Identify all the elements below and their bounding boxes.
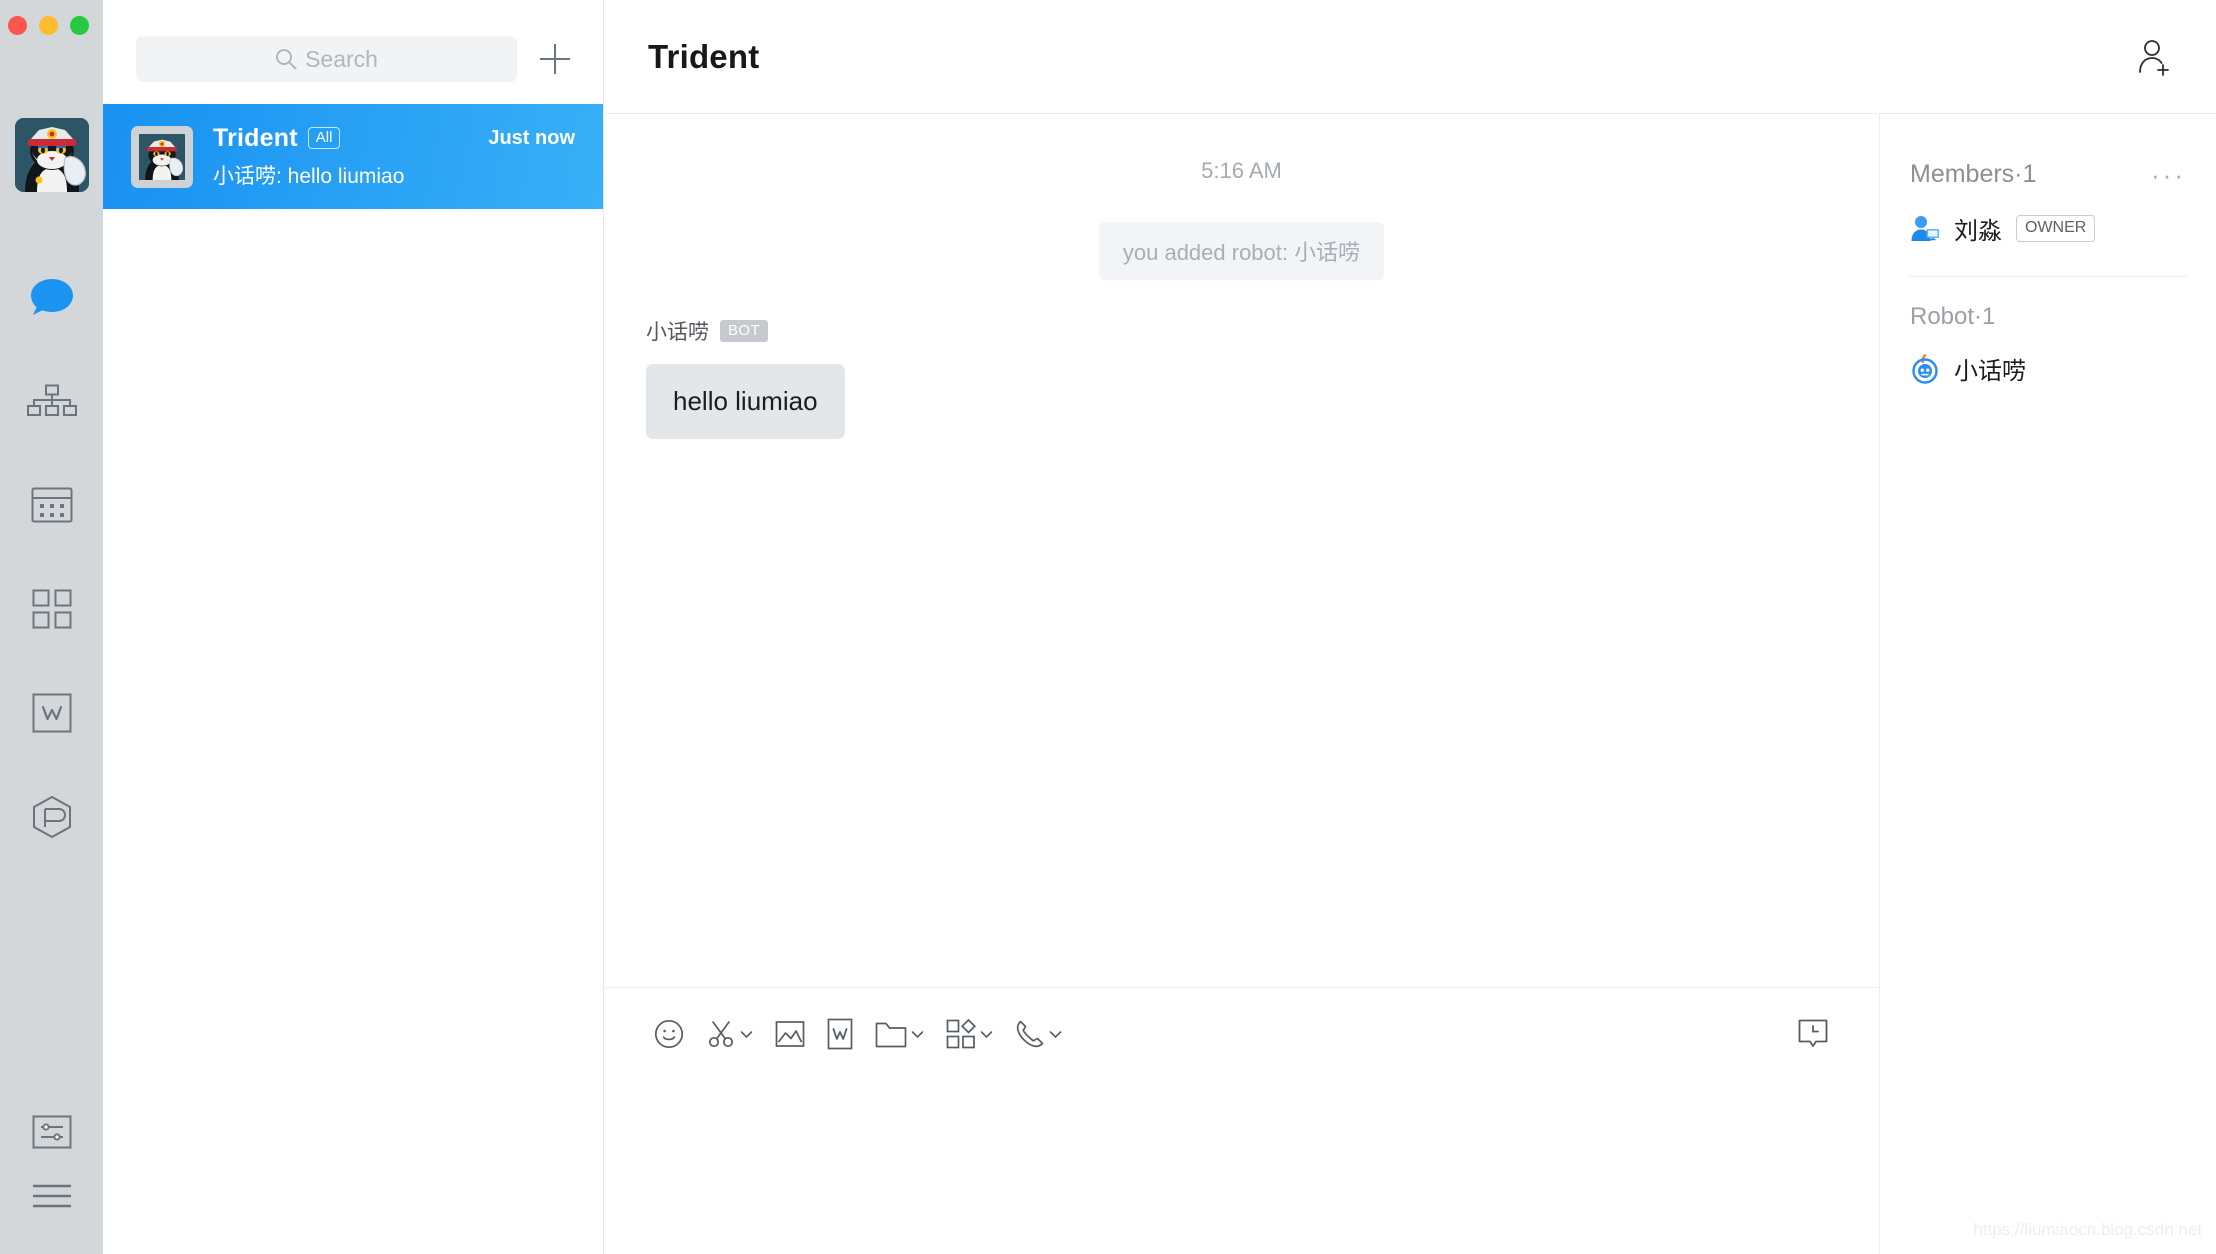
chat-main: 5:16 AM you added robot: 小话唠 小话唠 BOT hel… xyxy=(604,114,2216,1254)
person-monitor-icon xyxy=(1911,215,1939,241)
apps-diamond-icon xyxy=(946,1019,976,1049)
chat-header: Trident xyxy=(604,0,2216,114)
conversation-list-column: Search Trident All Just now 小话唠: hello l… xyxy=(103,0,604,1254)
conversation-item-trident[interactable]: Trident All Just now 小话唠: hello liumiao xyxy=(103,104,603,209)
search-input[interactable]: Search xyxy=(136,36,517,82)
call-button[interactable] xyxy=(1009,1013,1068,1055)
document-button[interactable] xyxy=(821,1012,859,1056)
sidebar-item-more[interactable] xyxy=(0,1164,103,1228)
chevron-down-icon xyxy=(980,1030,993,1038)
bot-badge: BOT xyxy=(720,319,769,343)
owner-badge: OWNER xyxy=(2016,215,2096,242)
file-button[interactable] xyxy=(869,1015,930,1054)
emoji-button[interactable] xyxy=(648,1013,690,1055)
ellipsis-icon[interactable]: ··· xyxy=(2151,162,2186,188)
list-item[interactable]: 小话唠 xyxy=(1880,331,2216,386)
member-name: 刘淼 xyxy=(1954,218,2002,245)
members-title: Members·1 xyxy=(1910,160,2037,188)
header-actions xyxy=(2136,38,2174,76)
robot-head-icon xyxy=(1912,353,1938,384)
sliders-box-icon xyxy=(32,1115,71,1149)
screenshot-button[interactable] xyxy=(700,1013,759,1055)
composer xyxy=(604,987,1879,1254)
members-panel: Members·1 ··· 刘淼 OWNER Robot·1 小话唠 https… xyxy=(1880,114,2216,1254)
conversation-title: Trident xyxy=(213,123,298,152)
w-document-icon xyxy=(827,1018,853,1050)
org-chart-icon xyxy=(26,384,77,416)
app-window: Search Trident All Just now 小话唠: hello l… xyxy=(0,0,2216,1254)
message-input[interactable] xyxy=(604,1080,1879,1254)
robot-name: 小话唠 xyxy=(1954,358,2026,385)
left-rail xyxy=(0,0,103,1254)
chevron-down-icon xyxy=(911,1030,924,1038)
sidebar-item-contacts[interactable] xyxy=(0,349,103,453)
conversation-preview: 小话唠: hello liumiao xyxy=(213,164,405,188)
minimize-button[interactable] xyxy=(39,16,58,35)
hexagon-cube-icon xyxy=(32,795,71,839)
time-divider: 5:16 AM xyxy=(1201,158,1282,183)
message-sender-row: 小话唠 BOT xyxy=(646,316,1879,346)
conversation-body: Trident All Just now 小话唠: hello liumiao xyxy=(213,124,575,190)
message-sender-name: 小话唠 xyxy=(646,321,709,344)
status-badge: All xyxy=(307,126,341,150)
cat-captain-avatar xyxy=(139,133,185,180)
sidebar-item-settings[interactable] xyxy=(0,1100,103,1164)
chat-bubble-icon xyxy=(30,279,73,315)
chevron-down-icon xyxy=(740,1030,753,1038)
message-scroll[interactable]: 5:16 AM you added robot: 小话唠 小话唠 BOT hel… xyxy=(604,114,1879,987)
members-header: Members·1 ··· xyxy=(1880,114,2216,189)
list-item[interactable]: 刘淼 OWNER xyxy=(1880,189,2216,246)
conversation-timestamp: Just now xyxy=(488,126,575,149)
message-area: 5:16 AM you added robot: 小话唠 小话唠 BOT hel… xyxy=(604,114,1880,1254)
new-chat-button[interactable] xyxy=(535,39,575,79)
hamburger-menu-icon xyxy=(32,1184,71,1208)
avatar xyxy=(131,125,193,188)
add-person-icon xyxy=(2139,39,2169,76)
message-bubble[interactable]: hello liumiao xyxy=(646,364,845,439)
search-icon xyxy=(276,49,297,70)
robot-section-title: Robot·1 xyxy=(1910,303,1996,330)
message-item: 小话唠 BOT hello liumiao xyxy=(646,316,1879,439)
image-button[interactable] xyxy=(769,1014,811,1054)
w-document-icon xyxy=(32,693,71,733)
close-button[interactable] xyxy=(8,16,27,35)
history-bubble-icon xyxy=(1798,1019,1828,1047)
sidebar-item-apps[interactable] xyxy=(0,557,103,661)
cat-captain-avatar xyxy=(15,118,89,192)
system-message-row: you added robot: 小话唠 xyxy=(604,222,1879,280)
zoom-button[interactable] xyxy=(70,16,89,35)
sidebar-item-workspace[interactable] xyxy=(0,765,103,869)
system-message: you added robot: 小话唠 xyxy=(1098,222,1385,280)
phone-icon xyxy=(1016,1020,1044,1048)
grid-apps-icon xyxy=(32,589,71,629)
user-avatar[interactable] xyxy=(15,118,89,192)
history-button[interactable] xyxy=(1791,1012,1835,1056)
sidebar-item-chat[interactable] xyxy=(0,245,103,349)
watermark: https://liumiaocn.blog.csdn.net xyxy=(1973,1220,2202,1239)
chevron-down-icon xyxy=(1049,1030,1062,1038)
search-placeholder: Search xyxy=(305,45,378,72)
conversation-header-line: Trident All Just now xyxy=(213,124,575,153)
add-member-button[interactable] xyxy=(2136,38,2174,76)
scissors-icon xyxy=(708,1021,734,1048)
page-title: Trident xyxy=(648,37,760,75)
widgets-button[interactable] xyxy=(940,1013,999,1055)
chat-column: Trident 5:16 AM you added robot: 小话唠 小话唠… xyxy=(604,0,2216,1254)
sidebar-item-calendar[interactable] xyxy=(0,453,103,557)
smiley-icon xyxy=(654,1019,684,1049)
sidebar-item-docs[interactable] xyxy=(0,661,103,765)
search-bar: Search xyxy=(103,0,603,104)
calendar-icon xyxy=(31,487,72,523)
composer-toolbar xyxy=(604,988,1879,1080)
folder-icon xyxy=(875,1022,907,1047)
picture-icon xyxy=(775,1021,805,1047)
plus-icon xyxy=(540,44,570,74)
window-traffic-lights xyxy=(8,16,89,35)
rail-bottom-nav xyxy=(0,1100,103,1228)
rail-nav xyxy=(0,245,103,869)
